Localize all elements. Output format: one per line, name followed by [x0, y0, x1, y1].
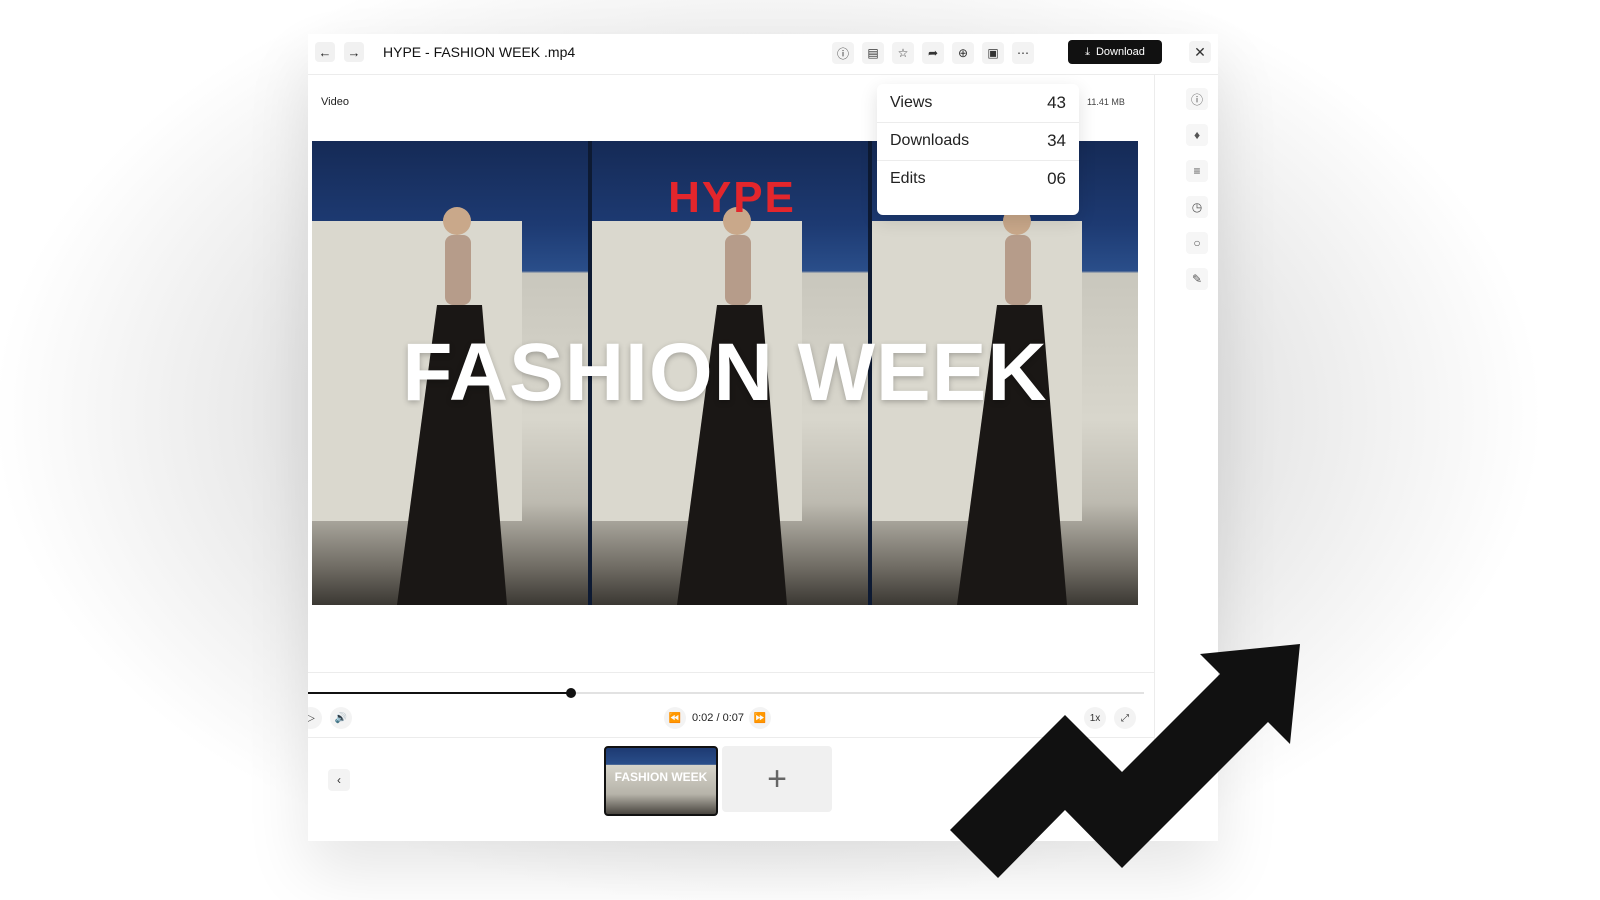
volume-button[interactable]: 🔊 [330, 707, 352, 729]
share-icon: ➦ [927, 46, 939, 60]
layers-icon: ≡ [1193, 164, 1201, 178]
download-label: Download [1095, 46, 1145, 58]
add-button[interactable]: ⊕ [952, 42, 974, 64]
stats-popover: Views 43 Downloads 34 Edits 06 [877, 84, 1079, 215]
side-comment-button[interactable]: ○ [1186, 232, 1208, 254]
image-button[interactable]: ▣ [982, 42, 1004, 64]
stat-label: Edits [890, 170, 926, 187]
side-edit-button[interactable]: ✎ [1186, 268, 1208, 290]
download-button[interactable]: ⤓ Download [1068, 40, 1162, 64]
rewind-button[interactable]: ⏪ [664, 707, 686, 729]
side-tag-button[interactable]: ♦ [1186, 124, 1208, 146]
more-icon: ⋯ [1017, 46, 1029, 60]
share-button[interactable]: ➦ [922, 42, 944, 64]
video-headline: FASHION WEEK [402, 327, 1048, 418]
arrow-left-icon: ← [318, 44, 332, 60]
info-icon: ⓘ [836, 46, 849, 61]
history-icon: ◷ [1191, 200, 1203, 214]
trend-up-arrow-icon [950, 644, 1300, 878]
close-icon: ✕ [1194, 43, 1206, 60]
time-display: 0:02 / 0:07 [692, 712, 744, 724]
side-history-button[interactable]: ◷ [1186, 196, 1208, 218]
fast-forward-icon: ⏩ [753, 712, 767, 724]
hype-logo: HYPE [668, 173, 796, 222]
plus-circle-icon: ⊕ [957, 46, 969, 60]
side-info-button[interactable]: ⓘ [1186, 88, 1208, 110]
favorite-button[interactable]: ☆ [892, 42, 914, 64]
download-icon: ⤓ [1085, 45, 1090, 58]
stat-label: Downloads [890, 132, 970, 149]
stat-row-downloads: Downloads 34 [877, 122, 1079, 160]
volume-icon: 🔊 [334, 712, 348, 724]
progress-handle[interactable] [566, 688, 576, 698]
file-title: HYPE - FASHION WEEK .mp4 [383, 44, 576, 60]
close-button[interactable]: ✕ [1189, 41, 1211, 63]
stat-value: 34 [1047, 131, 1066, 150]
back-button[interactable]: ← [315, 42, 335, 62]
stat-label: Views [890, 94, 933, 111]
video-thumbnail[interactable]: FASHION WEEK [604, 746, 718, 816]
edit-icon: ✎ [1191, 272, 1203, 286]
play-icon: ▷ [308, 712, 315, 724]
plus-icon: + [767, 759, 787, 798]
fast-forward-button[interactable]: ⏩ [749, 707, 771, 729]
comment-icon: ○ [1193, 236, 1201, 250]
add-version-button[interactable]: + [722, 746, 832, 812]
document-icon: ▤ [867, 46, 879, 60]
stat-row-views: Views 43 [877, 84, 1079, 122]
header-divider [308, 74, 1218, 75]
filmstrip-back-button[interactable]: ‹ [328, 769, 350, 791]
stat-value: 06 [1047, 169, 1066, 188]
asset-type-label: Video [321, 96, 349, 108]
progress-fill [308, 692, 571, 694]
thumbnail-text: FASHION WEEK [614, 770, 708, 784]
info-button[interactable]: ⓘ [832, 42, 854, 64]
star-icon: ☆ [897, 46, 909, 60]
side-layers-button[interactable]: ≡ [1186, 160, 1208, 182]
more-button[interactable]: ⋯ [1012, 42, 1034, 64]
info-icon: ⓘ [1190, 92, 1203, 107]
forward-button[interactable]: → [344, 42, 364, 62]
arrow-right-icon: → [347, 44, 361, 60]
stat-row-edits: Edits 06 [877, 160, 1079, 198]
chevron-left-icon: ‹ [337, 773, 341, 787]
rewind-icon: ⏪ [668, 712, 682, 724]
top-bar: ← → HYPE - FASHION WEEK .mp4 ⓘ ▤ ☆ ➦ ⊕ ▣… [308, 34, 1218, 78]
play-button[interactable]: ▷ [308, 707, 322, 729]
stat-value: 43 [1047, 93, 1066, 112]
image-icon: ▣ [987, 46, 999, 60]
tag-icon: ♦ [1193, 128, 1201, 142]
document-button[interactable]: ▤ [862, 42, 884, 64]
file-size-label: 11.41 MB [1087, 97, 1125, 107]
